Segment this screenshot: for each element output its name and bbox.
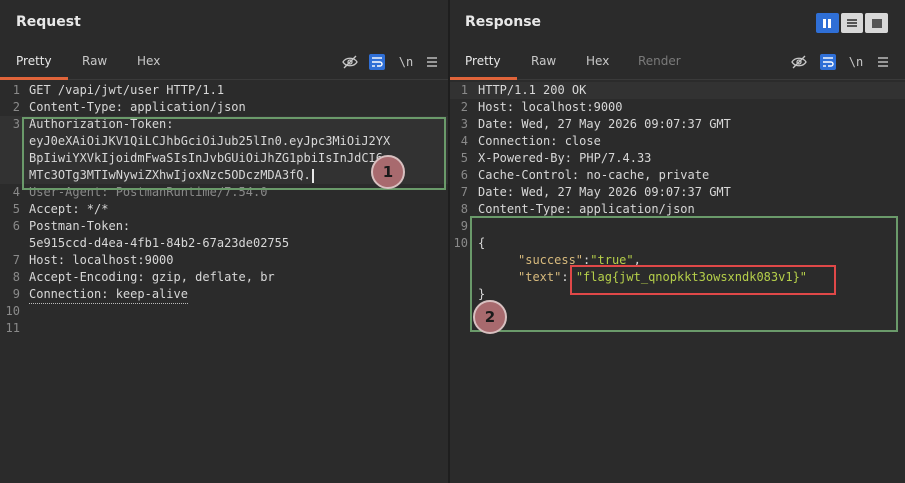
code-line: 5 Accept: */* bbox=[12, 202, 109, 216]
code-line: 11 bbox=[5, 321, 20, 335]
code-line: 6 Postman-Token: bbox=[12, 219, 131, 233]
annotation-badge-1: 1 bbox=[371, 155, 405, 189]
code-line: 1 GET /vapi/jwt/user HTTP/1.1 bbox=[12, 83, 225, 97]
request-tabs: Pretty Raw Hex \n bbox=[0, 46, 448, 80]
newline-icon[interactable]: \n bbox=[398, 54, 414, 70]
eye-slash-icon[interactable] bbox=[342, 54, 358, 70]
menu-icon[interactable] bbox=[875, 54, 891, 70]
code-line: 6 Cache-Control: no-cache, private bbox=[460, 168, 710, 182]
wrap-icon[interactable] bbox=[820, 54, 836, 70]
request-pane: Request Pretty Raw Hex \n 1 GET /vapi/jwt… bbox=[0, 0, 448, 483]
code-line: 2 Host: localhost:9000 bbox=[460, 100, 623, 114]
request-tab-hex[interactable]: Hex bbox=[137, 54, 160, 68]
annotation-badge-2: 2 bbox=[473, 300, 507, 334]
layout-toggle[interactable] bbox=[816, 13, 889, 33]
response-title: Response bbox=[465, 14, 542, 30]
flag-highlight-box bbox=[570, 265, 836, 295]
layout-single-button[interactable] bbox=[865, 13, 889, 33]
request-tab-underline bbox=[0, 77, 68, 80]
code-line: 4 Connection: close bbox=[460, 134, 601, 148]
newline-icon[interactable]: \n bbox=[848, 54, 864, 70]
request-tab-raw[interactable]: Raw bbox=[82, 54, 107, 68]
code-line: 7 Date: Wed, 27 May 2026 09:07:37 GMT bbox=[460, 185, 731, 199]
request-title: Request bbox=[16, 14, 81, 30]
response-tabs: Pretty Raw Hex Render \n bbox=[450, 46, 905, 80]
wrap-icon[interactable] bbox=[369, 54, 385, 70]
code-line: 2 Content-Type: application/json bbox=[12, 100, 246, 114]
menu-icon[interactable] bbox=[424, 54, 440, 70]
response-tab-hex[interactable]: Hex bbox=[586, 54, 609, 68]
code-line: 8 Accept-Encoding: gzip, deflate, br bbox=[12, 270, 275, 284]
response-tab-pretty[interactable]: Pretty bbox=[465, 54, 501, 68]
layout-stacked-button[interactable] bbox=[840, 13, 864, 33]
code-line: 3 Date: Wed, 27 May 2026 09:07:37 GMT bbox=[460, 117, 731, 131]
code-line: 5 X-Powered-By: PHP/7.4.33 bbox=[460, 151, 652, 165]
response-pane: Response Pretty Raw Hex Render \n 1 HTTP/… bbox=[450, 0, 905, 483]
response-tab-underline bbox=[450, 77, 517, 80]
code-line: 9 Connection: keep-alive bbox=[0, 286, 448, 304]
code-line: 7 Host: localhost:9000 bbox=[12, 253, 174, 267]
code-line: 1 HTTP/1.1 200 OK bbox=[450, 82, 905, 99]
response-tab-raw[interactable]: Raw bbox=[531, 54, 556, 68]
response-tab-render[interactable]: Render bbox=[638, 54, 681, 68]
request-tab-pretty[interactable]: Pretty bbox=[16, 54, 52, 68]
code-line: 10 bbox=[5, 304, 20, 318]
layout-side-by-side-button[interactable] bbox=[816, 13, 839, 33]
code-line: 5e915ccd-d4ea-4fb1-84b2-67a23de02755 bbox=[29, 236, 290, 250]
eye-slash-icon[interactable] bbox=[791, 54, 807, 70]
